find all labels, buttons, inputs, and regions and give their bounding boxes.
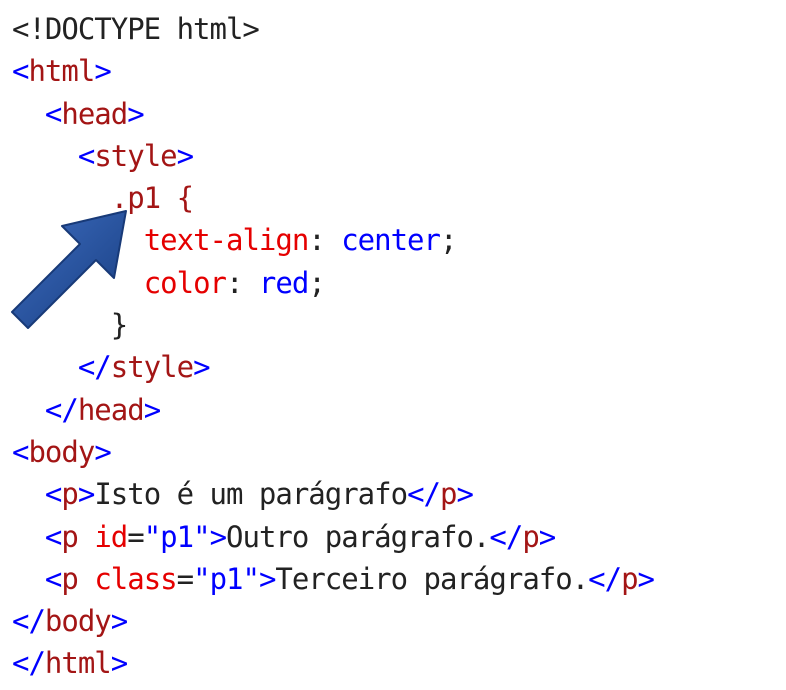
arrow-icon [11,210,127,329]
